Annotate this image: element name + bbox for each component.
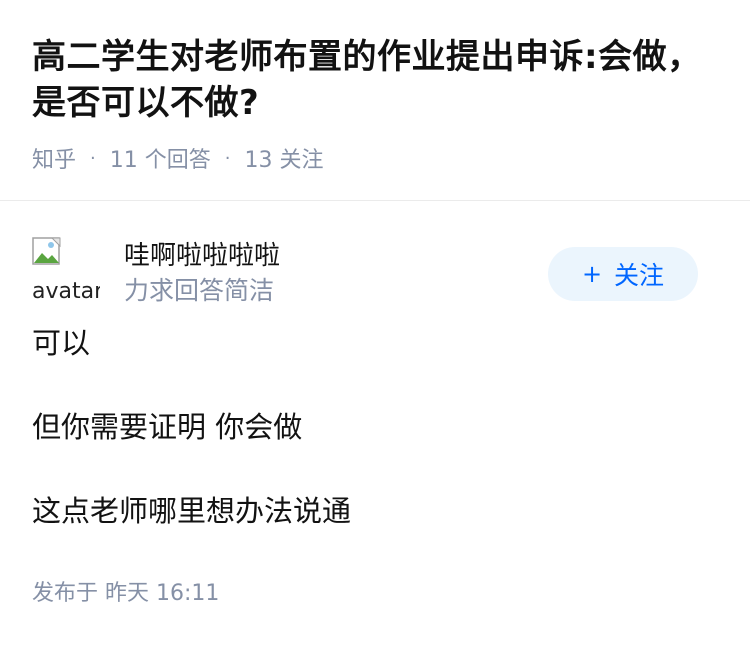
answer-content: 可以 但你需要证明 你会做 这点老师哪里想办法说通 bbox=[32, 323, 718, 531]
author-headline: 力求回答简洁 bbox=[124, 276, 275, 305]
source-label[interactable]: 知乎 bbox=[32, 142, 76, 174]
question-meta: 知乎 · 11 个回答 · 13 关注 bbox=[32, 142, 718, 174]
broken-image-icon bbox=[32, 237, 61, 265]
author-name[interactable]: 哇啊啦啦啦啦 bbox=[124, 239, 280, 273]
meta-separator: · bbox=[90, 147, 96, 169]
author-info: 哇啊啦啦啦啦 力求回答简洁 bbox=[124, 239, 280, 309]
follow-button-label: 关注 bbox=[614, 261, 665, 290]
followers-count[interactable]: 13 关注 bbox=[244, 142, 323, 174]
answers-count[interactable]: 11 个回答 bbox=[110, 142, 211, 174]
answer-paragraph: 可以 bbox=[32, 326, 91, 360]
answer-paragraph: 这点老师哪里想办法说通 bbox=[32, 494, 352, 528]
avatar[interactable]: avatar bbox=[32, 237, 100, 305]
question-title[interactable]: 高二学生对老师布置的作业提出申诉:会做，是否可以不做? bbox=[32, 34, 718, 126]
meta-separator: · bbox=[224, 147, 231, 169]
question-header: 高二学生对老师布置的作业提出申诉:会做，是否可以不做? 知乎 · 11 个回答 … bbox=[0, 0, 750, 173]
answer-paragraph: 但你需要证明 你会做 bbox=[32, 410, 303, 444]
answer-card: avatar 哇啊啦啦啦啦 力求回答简洁 + 关注 可以 但你需要证明 你会做 … bbox=[0, 201, 750, 607]
avatar-alt-text: avatar bbox=[32, 279, 100, 304]
follow-button[interactable]: + 关注 bbox=[548, 247, 698, 301]
published-time: 发布于 昨天 16:11 bbox=[32, 581, 220, 606]
plus-icon: + bbox=[581, 260, 603, 288]
